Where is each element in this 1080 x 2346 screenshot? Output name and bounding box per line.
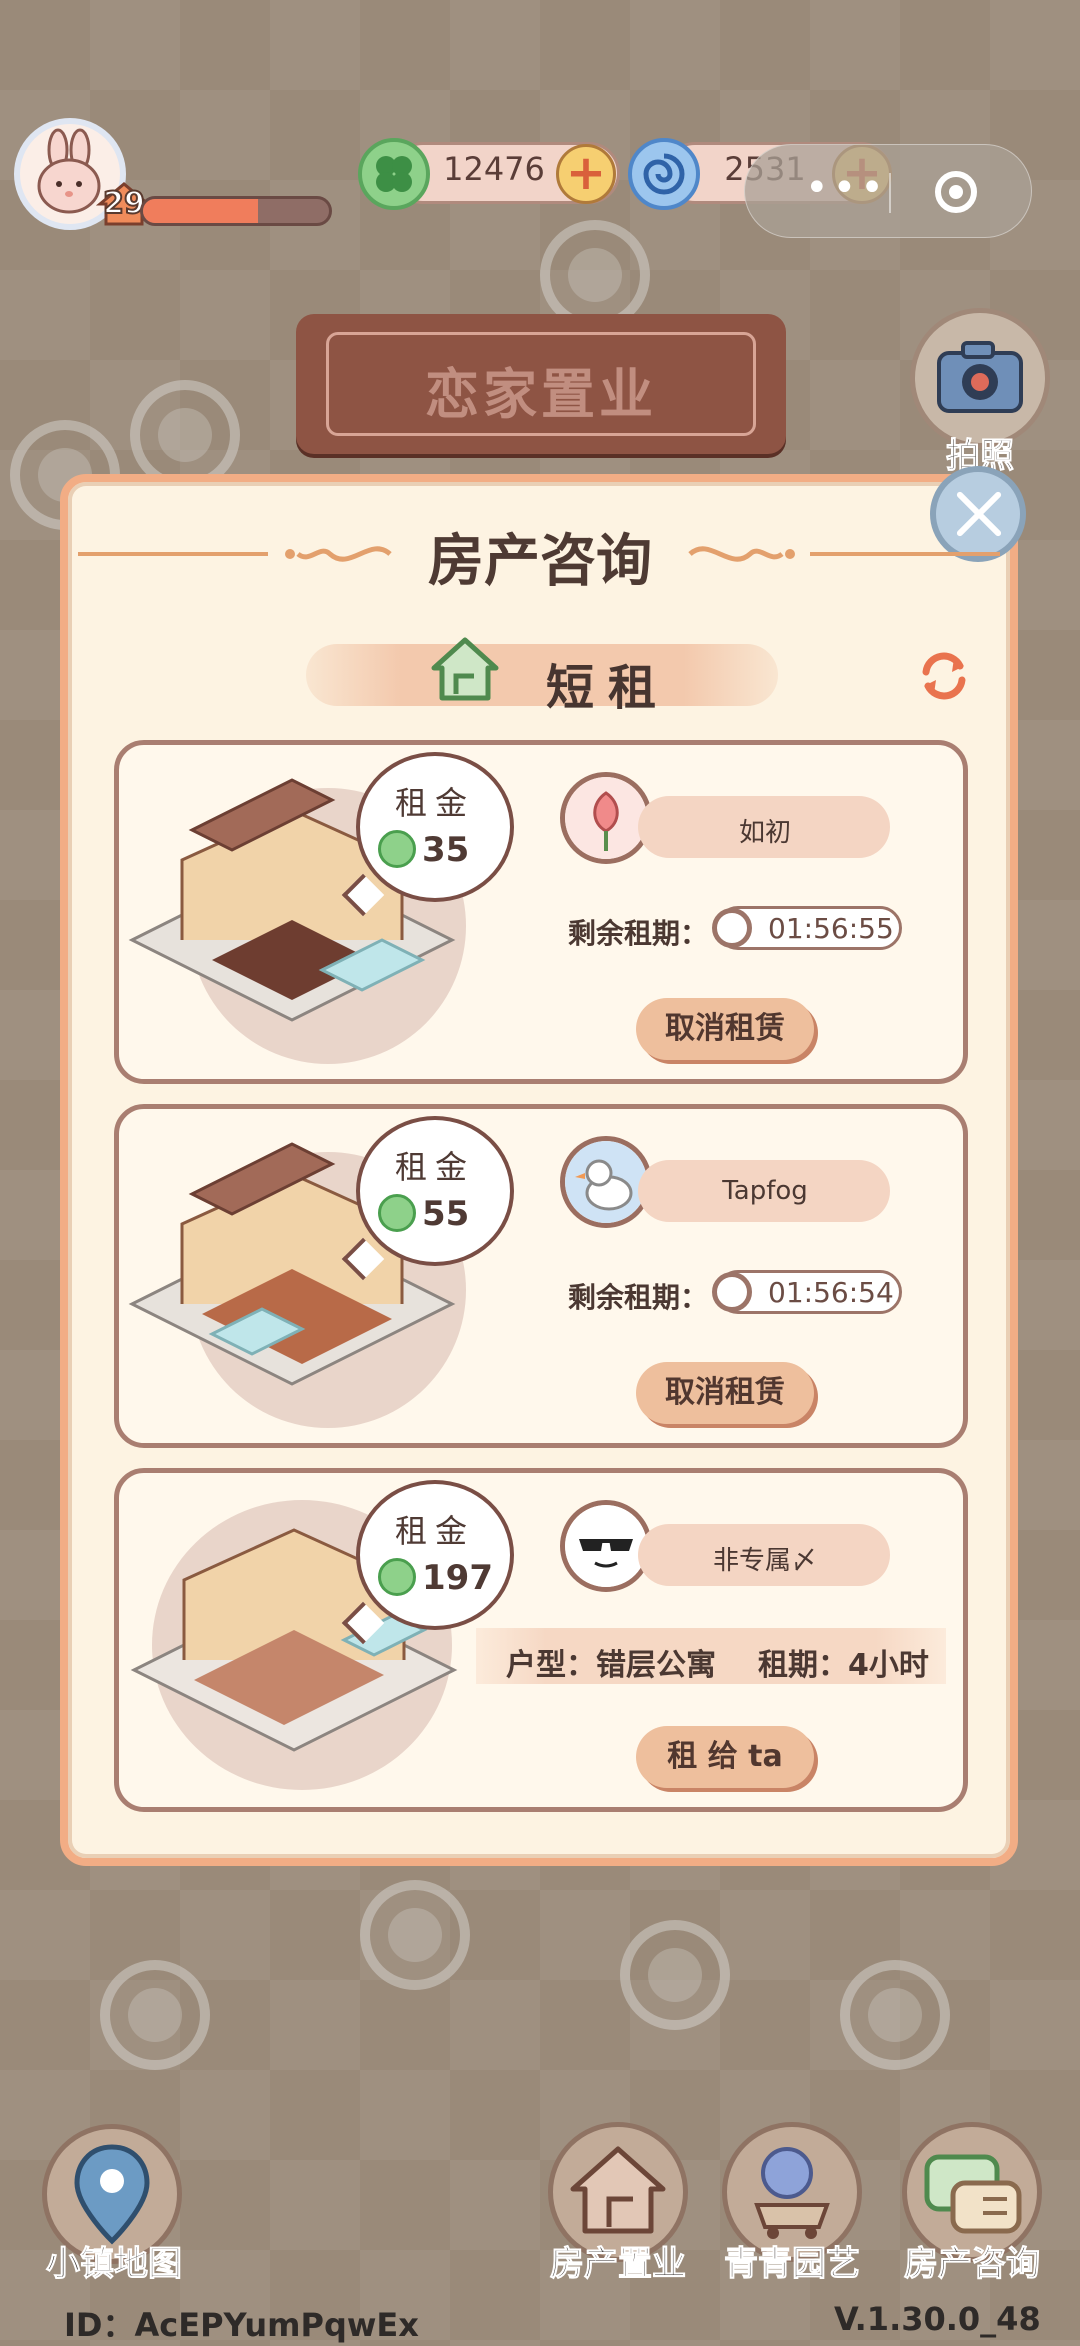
- clover-icon: [358, 138, 430, 210]
- clover-coin-icon: [378, 830, 416, 868]
- tenant-name: 如初: [738, 818, 791, 848]
- xp-progress-bar: [140, 196, 332, 226]
- clover-count: 12476: [443, 150, 545, 188]
- app-version: V.1.30.0_48: [834, 2300, 1041, 2338]
- swirl-icon: [628, 138, 700, 210]
- rent-value: 197: [422, 1558, 493, 1598]
- background-sun-icon: [360, 1880, 470, 1990]
- duck-icon: [565, 1141, 647, 1223]
- gardening-label: 青青园艺: [724, 2244, 861, 2285]
- tab-short-rent[interactable]: [306, 644, 778, 706]
- clock-icon: [712, 908, 752, 948]
- rent-bubble: [356, 752, 514, 902]
- timer-value: 01:56:55: [768, 912, 894, 945]
- background-sun-icon: [840, 1960, 950, 2070]
- camera-icon: [937, 341, 1023, 413]
- refresh-icon[interactable]: [918, 650, 970, 702]
- tab-label: 短租: [546, 660, 671, 716]
- rent-bubble: [356, 1116, 514, 1266]
- rent-value: 55: [422, 1194, 470, 1234]
- cancel-rent-button[interactable]: 取消租赁: [636, 998, 814, 1060]
- add-clover-button[interactable]: +: [556, 144, 616, 204]
- clover-coin-icon: [378, 1194, 416, 1232]
- clover-coin-icon: [378, 1558, 416, 1596]
- rent-label: 租金: [394, 1148, 475, 1186]
- property-investment-label: 房产置业: [550, 2244, 687, 2285]
- remaining-term-label: 剩余租期：: [568, 917, 709, 950]
- clock-icon: [712, 1272, 752, 1312]
- remaining-term-label: 剩余租期：: [568, 1281, 709, 1314]
- camera-button[interactable]: [910, 308, 1050, 448]
- rent-to-tenant-button[interactable]: 租 给 ta: [636, 1726, 814, 1788]
- lease-term: 租期：4小时: [758, 1648, 929, 1683]
- close-miniprogram-icon[interactable]: [935, 171, 977, 213]
- rent-value: 35: [422, 830, 470, 870]
- tenant-name: Tapfog: [722, 1176, 808, 1206]
- page-title: 恋家置业: [425, 363, 657, 426]
- xp-progress-fill: [143, 199, 259, 223]
- house-icon: [431, 637, 499, 701]
- user-id: ID：AcEPYumPqwEx: [64, 2306, 419, 2344]
- sunglasses-face-icon: [565, 1505, 647, 1587]
- town-map-label: 小镇地图: [46, 2244, 183, 2285]
- timer-value: 01:56:54: [768, 1276, 894, 1309]
- title-plaque: 恋家置业: [296, 314, 786, 454]
- background-sun-icon: [620, 1920, 730, 2030]
- house-type: 户型：错层公寓: [506, 1648, 716, 1683]
- rent-label: 租金: [394, 784, 475, 822]
- rent-bubble: [356, 1480, 514, 1630]
- tenant-name: 非专属〆: [712, 1546, 817, 1576]
- miniprogram-capsule: •••: [744, 144, 1032, 238]
- panel-title: 房产咨询: [428, 529, 652, 594]
- capsule-divider: [889, 173, 891, 213]
- property-consult-label: 房产咨询: [904, 2244, 1041, 2285]
- more-options-icon[interactable]: •••: [805, 165, 888, 211]
- cancel-rent-button[interactable]: 取消租赁: [636, 1362, 814, 1424]
- rent-label: 租金: [394, 1512, 475, 1550]
- background-sun-icon: [100, 1960, 210, 2070]
- flower-icon: [565, 777, 647, 859]
